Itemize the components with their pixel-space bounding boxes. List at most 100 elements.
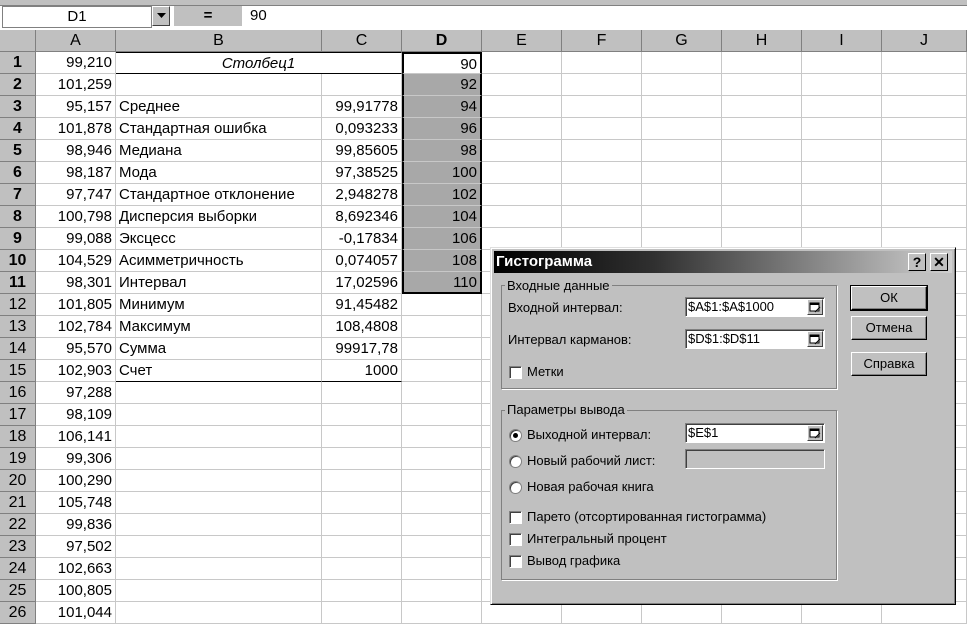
cell-b[interactable]	[116, 602, 322, 624]
cell-d[interactable]	[402, 580, 482, 602]
cell-empty[interactable]	[802, 52, 882, 74]
column-header-f[interactable]: F	[562, 30, 642, 52]
cell-d[interactable]	[402, 448, 482, 470]
cell-empty[interactable]	[482, 118, 562, 140]
row-header[interactable]: 24	[0, 558, 36, 580]
formula-equals-button[interactable]: =	[174, 6, 242, 26]
new-book-radio[interactable]	[509, 481, 522, 494]
cell-d[interactable]: 110	[402, 272, 482, 294]
cell-empty[interactable]	[642, 602, 722, 624]
cell-c[interactable]: 1000	[322, 360, 402, 382]
row-header[interactable]: 22	[0, 514, 36, 536]
output-range-radio[interactable]	[509, 429, 522, 442]
cell-empty[interactable]	[722, 52, 802, 74]
cell-a[interactable]: 101,878	[36, 118, 116, 140]
cell-empty[interactable]	[722, 162, 802, 184]
cell-d[interactable]: 106	[402, 228, 482, 250]
cell-empty[interactable]	[802, 184, 882, 206]
row-header[interactable]: 13	[0, 316, 36, 338]
pareto-checkbox[interactable]	[509, 511, 522, 524]
row-header[interactable]: 6	[0, 162, 36, 184]
row-header[interactable]: 26	[0, 602, 36, 624]
cancel-button[interactable]: Отмена	[851, 316, 927, 340]
column-header-h[interactable]: H	[722, 30, 802, 52]
cell-empty[interactable]	[722, 118, 802, 140]
cell-d[interactable]	[402, 470, 482, 492]
cell-empty[interactable]	[562, 140, 642, 162]
cell-c[interactable]	[322, 448, 402, 470]
cell-d[interactable]: 98	[402, 140, 482, 162]
cell-empty[interactable]	[642, 96, 722, 118]
row-header[interactable]: 14	[0, 338, 36, 360]
cell-b[interactable]: Интервал	[116, 272, 322, 294]
cell-b[interactable]: Мода	[116, 162, 322, 184]
cell-d[interactable]	[402, 338, 482, 360]
cell-b[interactable]: Минимум	[116, 294, 322, 316]
cell-c[interactable]	[322, 492, 402, 514]
cell-b[interactable]: Сумма	[116, 338, 322, 360]
cell-d[interactable]: 92	[402, 74, 482, 96]
cell-d[interactable]	[402, 536, 482, 558]
cell-d[interactable]: 96	[402, 118, 482, 140]
cell-empty[interactable]	[482, 96, 562, 118]
row-header[interactable]: 5	[0, 140, 36, 162]
cell-empty[interactable]	[802, 602, 882, 624]
ok-button[interactable]: ОК	[850, 285, 928, 311]
cell-empty[interactable]	[642, 52, 722, 74]
cell-c[interactable]	[322, 558, 402, 580]
cell-empty[interactable]	[482, 206, 562, 228]
cell-empty[interactable]	[882, 96, 967, 118]
cell-b[interactable]	[116, 74, 322, 96]
cell-c[interactable]	[322, 580, 402, 602]
cell-a[interactable]: 105,748	[36, 492, 116, 514]
cell-c[interactable]	[322, 404, 402, 426]
row-header[interactable]: 21	[0, 492, 36, 514]
row-header[interactable]: 19	[0, 448, 36, 470]
cell-c[interactable]: 17,02596	[322, 272, 402, 294]
cell-empty[interactable]	[722, 96, 802, 118]
cell-empty[interactable]	[882, 602, 967, 624]
output-range-field[interactable]: $E$1	[685, 423, 825, 443]
row-header[interactable]: 4	[0, 118, 36, 140]
chart-output-checkbox[interactable]	[509, 555, 522, 568]
row-header[interactable]: 23	[0, 536, 36, 558]
column-header-c[interactable]: C	[322, 30, 402, 52]
cell-empty[interactable]	[802, 206, 882, 228]
cell-a[interactable]: 97,747	[36, 184, 116, 206]
cell-c[interactable]: -0,17834	[322, 228, 402, 250]
cell-d[interactable]	[402, 602, 482, 624]
cell-b[interactable]	[116, 404, 322, 426]
cell-a[interactable]: 98,301	[36, 272, 116, 294]
row-header[interactable]: 15	[0, 360, 36, 382]
column-header-b[interactable]: B	[116, 30, 322, 52]
cell-d[interactable]: 90	[402, 52, 482, 74]
cell-d[interactable]	[402, 514, 482, 536]
cell-a[interactable]: 99,088	[36, 228, 116, 250]
cell-empty[interactable]	[642, 162, 722, 184]
cell-a[interactable]: 106,141	[36, 426, 116, 448]
row-header[interactable]: 17	[0, 404, 36, 426]
cell-a[interactable]: 100,798	[36, 206, 116, 228]
new-sheet-field[interactable]	[685, 449, 825, 469]
name-box-dropdown-button[interactable]	[152, 6, 170, 26]
cell-a[interactable]: 98,109	[36, 404, 116, 426]
help-question-button[interactable]: ?	[908, 253, 926, 271]
cell-c[interactable]: 108,4808	[322, 316, 402, 338]
dialog-titlebar[interactable]: Гистограмма ? ✕	[494, 251, 952, 273]
column-header-j[interactable]: J	[882, 30, 967, 52]
cell-b[interactable]	[116, 448, 322, 470]
cell-empty[interactable]	[802, 74, 882, 96]
cell-empty[interactable]	[562, 602, 642, 624]
row-header[interactable]: 8	[0, 206, 36, 228]
cell-empty[interactable]	[562, 74, 642, 96]
cell-empty[interactable]	[642, 184, 722, 206]
cell-c[interactable]: 91,45482	[322, 294, 402, 316]
cell-b[interactable]	[116, 426, 322, 448]
row-header[interactable]: 7	[0, 184, 36, 206]
cell-a[interactable]: 101,805	[36, 294, 116, 316]
cell-empty[interactable]	[642, 118, 722, 140]
cell-b[interactable]	[116, 558, 322, 580]
cell-b[interactable]	[116, 382, 322, 404]
cell-b[interactable]	[116, 580, 322, 602]
cell-b[interactable]: Среднее	[116, 96, 322, 118]
